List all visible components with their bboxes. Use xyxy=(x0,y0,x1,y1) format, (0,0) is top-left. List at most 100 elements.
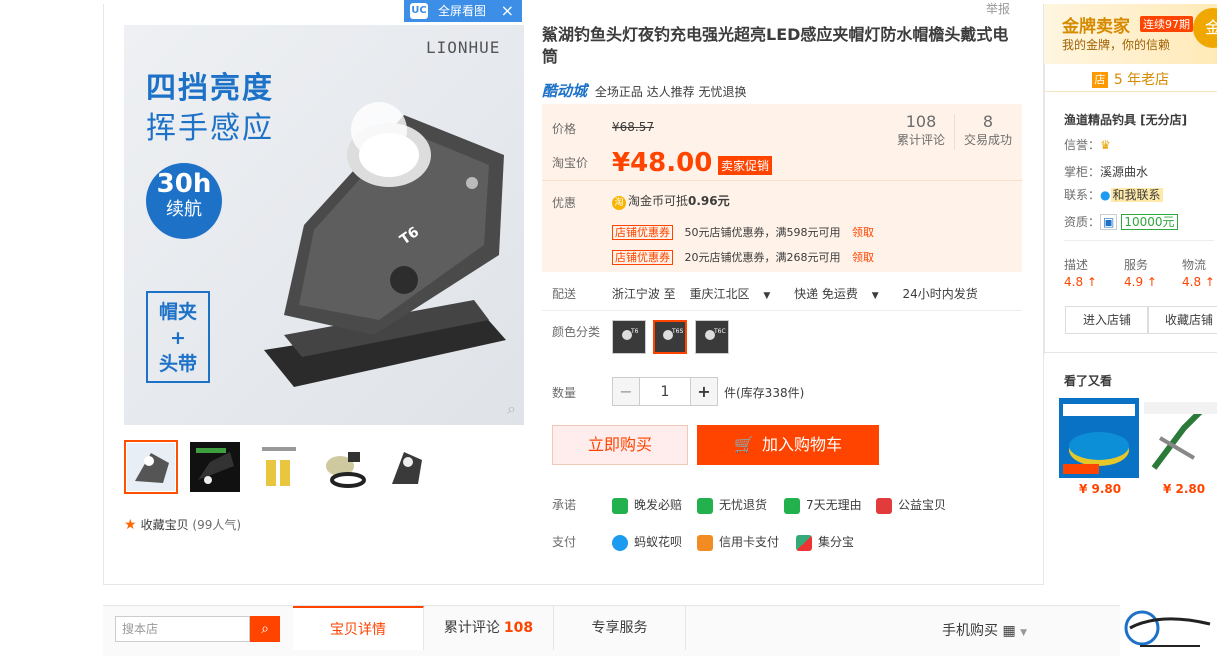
coupon-tag: 店铺优惠券 xyxy=(612,225,673,240)
mobile-buy-label: 手机购买 xyxy=(942,623,998,639)
license-icon: ▣ xyxy=(1100,214,1118,230)
report-link[interactable]: 举报 xyxy=(986,0,1010,17)
payment-item[interactable]: 集分宝 xyxy=(796,533,854,551)
plus-button[interactable]: + xyxy=(690,377,718,406)
tab-details[interactable]: 宝贝详情 xyxy=(293,606,424,650)
plus-text: + xyxy=(170,327,186,349)
color-option-t6s[interactable]: T6S xyxy=(653,320,687,354)
favorite-count: (99人气) xyxy=(192,518,242,532)
store-brand-logo[interactable]: 酷动城 xyxy=(542,82,587,100)
promise-label: 承诺 xyxy=(552,498,577,512)
chevron-down-icon: ▼ xyxy=(763,291,771,301)
thumbnail[interactable] xyxy=(252,440,306,494)
chevron-down-icon: ▼ xyxy=(1020,628,1028,638)
coin-text: 淘金币可抵 xyxy=(628,194,689,208)
discount-label: 优惠 xyxy=(552,196,577,210)
promise-item[interactable]: 晚发必赔 xyxy=(612,496,682,514)
zoom-icon[interactable]: ⌕ xyxy=(507,399,516,419)
main-product-image[interactable]: LIONHUE 四挡亮度 挥手感应 30h 续航 帽夹 + 头带 T6 ⌕ xyxy=(124,25,524,425)
color-label: 颜色分类 xyxy=(552,325,601,339)
contact-seller-link[interactable]: 和我联系 xyxy=(1110,188,1163,202)
destination-select[interactable]: 重庆江北区 ▼ xyxy=(690,287,781,301)
color-option-t6[interactable]: T6 xyxy=(612,320,646,354)
score-service: 服务 4.9 ↑ xyxy=(1124,256,1174,289)
tab-count: 108 xyxy=(503,620,534,636)
divider xyxy=(542,180,1022,181)
keeper-name: 溪源曲水 xyxy=(1100,165,1149,179)
buy-now-button[interactable]: 立即购买 xyxy=(552,425,688,465)
payment-item[interactable]: 蚂蚁花呗 xyxy=(612,533,682,551)
battery-hours: 30h xyxy=(156,169,212,199)
stat-divider xyxy=(954,114,955,150)
see-also-title: 看了又看 xyxy=(1064,374,1113,388)
mobile-buy-link[interactable]: 手机购买 ▦ ▼ xyxy=(942,620,1027,640)
sales-stat: 8 交易成功 xyxy=(956,112,1020,148)
current-price-label: 淘宝价 xyxy=(552,156,589,170)
tab-reviews[interactable]: 累计评论 108 xyxy=(424,606,554,650)
thumbnail[interactable] xyxy=(316,440,370,494)
credit-label: 信誉： xyxy=(1064,138,1101,152)
thumbnail[interactable] xyxy=(124,440,178,494)
shop-name[interactable]: 渔道精品钓具 [无分店] xyxy=(1064,111,1187,128)
product-tags: 酷动城 全场正品 达人推荐 无忧退换 xyxy=(542,80,746,101)
option-label: T6 xyxy=(630,328,639,335)
tab-label: 专享服务 xyxy=(591,620,648,636)
price-panel: 价格 ¥68.57 淘宝价 ¥48.00 卖家促销 108 累计评论 8 交易成… xyxy=(542,104,1022,272)
promise-item[interactable]: 公益宝贝 xyxy=(876,496,946,514)
qualification-label: 资质： xyxy=(1064,215,1101,229)
coupon-text: 20元店铺优惠券，满268元可用 xyxy=(684,251,841,264)
favorite-item[interactable]: ★ 收藏宝贝 (99人气) xyxy=(124,516,241,533)
option-label: T6S xyxy=(671,328,683,335)
huabei-icon xyxy=(612,534,628,551)
qualification-row: 资质： ▣ 10000元 xyxy=(1064,213,1178,230)
promise-item[interactable]: 无忧退货 xyxy=(697,496,767,514)
score-value: 4.9 ↑ xyxy=(1124,275,1157,289)
tab-label: 宝贝详情 xyxy=(330,622,386,638)
coin-value: 0.96元 xyxy=(688,194,730,208)
divider xyxy=(1064,240,1214,241)
headlamp-illustration: T6 xyxy=(264,102,506,387)
coupon-row: 店铺优惠券 20元店铺优惠券，满268元可用 领取 xyxy=(612,249,874,265)
add-to-cart-button[interactable]: 🛒 加入购物车 xyxy=(697,425,879,465)
score-value: 4.8 ↑ xyxy=(1064,275,1097,289)
favorite-shop-button[interactable]: 收藏店铺 xyxy=(1147,306,1217,334)
fullscreen-button[interactable]: UC 全屏看图 × xyxy=(404,0,522,22)
tab-services[interactable]: 专享服务 xyxy=(554,606,686,650)
claim-coupon-link[interactable]: 领取 xyxy=(852,251,874,264)
close-icon[interactable]: × xyxy=(501,0,514,22)
search-icon[interactable]: ⌕ xyxy=(250,616,280,642)
chevron-down-icon: ▼ xyxy=(871,291,879,301)
reviews-stat[interactable]: 108 累计评论 xyxy=(889,112,953,148)
thumbnail[interactable] xyxy=(188,440,242,494)
recommended-item[interactable] xyxy=(1144,398,1217,478)
orig-price-label: 价格 xyxy=(552,122,577,136)
tab-label: 累计评论 xyxy=(443,620,500,636)
divider xyxy=(1044,352,1217,353)
coupon-tag: 店铺优惠券 xyxy=(612,250,673,265)
option-label: T6C xyxy=(713,328,726,335)
quantity-input[interactable]: 1 xyxy=(640,377,690,406)
coin-icon: 淘 xyxy=(612,196,626,210)
sales-count: 8 xyxy=(982,112,994,131)
score-name: 服务 xyxy=(1124,258,1149,272)
shop-age: 店 5 年老店 xyxy=(1044,68,1217,92)
claim-coupon-link[interactable]: 领取 xyxy=(852,226,874,239)
recommended-price: ¥ 9.80 xyxy=(1079,482,1122,496)
reviews-label: 累计评论 xyxy=(896,133,945,147)
thumbnail[interactable] xyxy=(380,440,434,494)
minus-button[interactable]: − xyxy=(612,377,640,406)
shipping-method-select[interactable]: 快递 免运费 ▼ xyxy=(794,287,889,301)
promise-text: 7天无理由 xyxy=(806,498,862,512)
payment-item[interactable]: 信用卡支付 xyxy=(697,533,779,551)
enter-shop-button[interactable]: 进入店铺 xyxy=(1065,306,1149,334)
payment-text: 蚂蚁花呗 xyxy=(634,535,683,549)
recommended-item[interactable] xyxy=(1059,398,1139,478)
fullscreen-label: 全屏看图 xyxy=(438,4,487,18)
shop-search-input[interactable]: 搜本店 xyxy=(115,616,250,642)
reviews-count: 108 xyxy=(905,112,937,131)
promise-item[interactable]: 7天无理由 xyxy=(784,496,862,514)
promise-text: 公益宝贝 xyxy=(898,498,947,512)
color-option-t6c[interactable]: T6C xyxy=(695,320,729,354)
divider xyxy=(542,310,1022,311)
payment-label: 支付 xyxy=(552,535,577,549)
